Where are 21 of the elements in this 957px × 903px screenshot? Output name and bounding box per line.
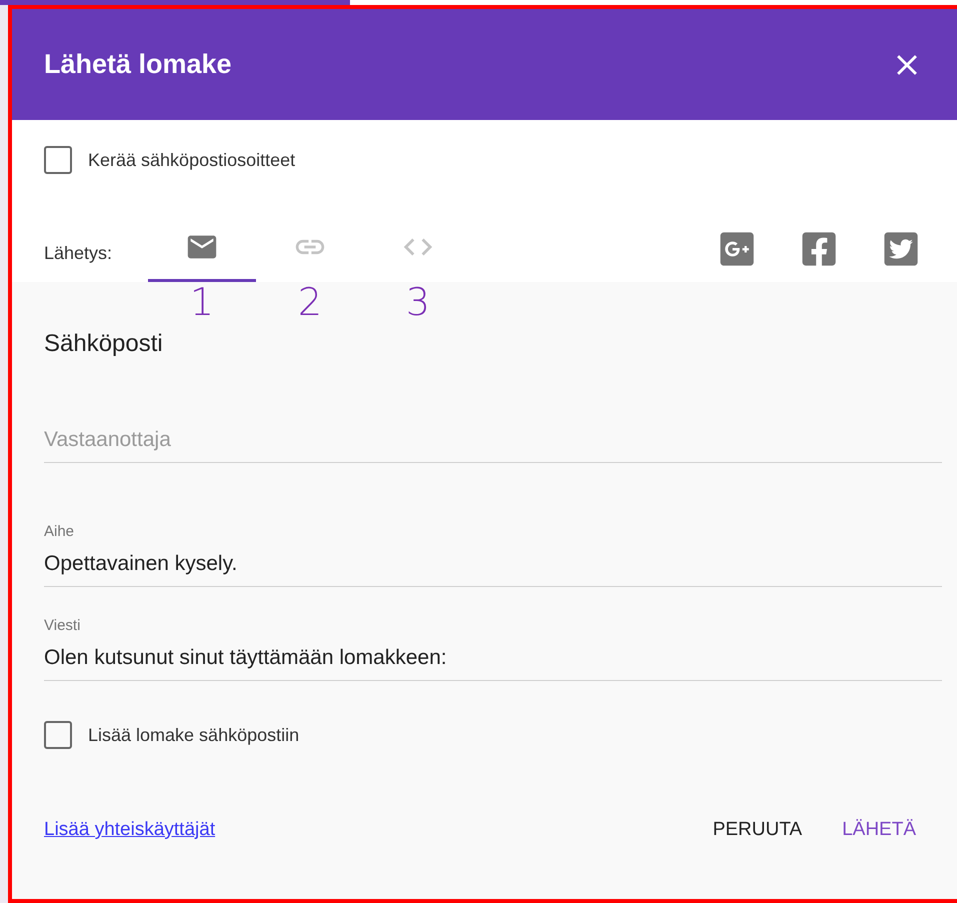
checkbox-label: Lisää lomake sähköpostiin — [88, 724, 300, 746]
input-field[interactable]: Opettavainen kysely. — [44, 552, 942, 587]
section-title: Sähköposti — [44, 330, 164, 358]
annotation-number: 1 — [188, 282, 216, 322]
send-via-label: Lähetys: — [44, 243, 114, 265]
send-button[interactable]: LÄHETÄ — [832, 813, 926, 847]
annotation-number: 2 — [296, 282, 324, 322]
checkbox-label: Kerää sähköpostiosoitteet — [88, 150, 296, 170]
cancel-button[interactable]: PERUUTA — [702, 813, 812, 847]
input-field[interactable]: Vastaanottaja — [44, 428, 942, 463]
add-collaborators-link[interactable]: Lisää yhteiskäyttäjät — [44, 819, 216, 841]
input-field[interactable]: Olen kutsunut sinut täyttämään lomakkeen: — [44, 646, 942, 681]
twitter-bird-icon — [882, 230, 920, 268]
annotation-number: 3 — [404, 282, 432, 322]
field-label: Viesti — [44, 617, 82, 634]
checkbox[interactable] — [44, 146, 72, 174]
checkbox[interactable] — [44, 721, 72, 749]
google-plus-icon — [718, 230, 756, 268]
facebook-icon — [800, 230, 838, 268]
field-label: Aihe — [44, 523, 76, 540]
dialog-title: Lähetä lomake — [44, 49, 232, 80]
